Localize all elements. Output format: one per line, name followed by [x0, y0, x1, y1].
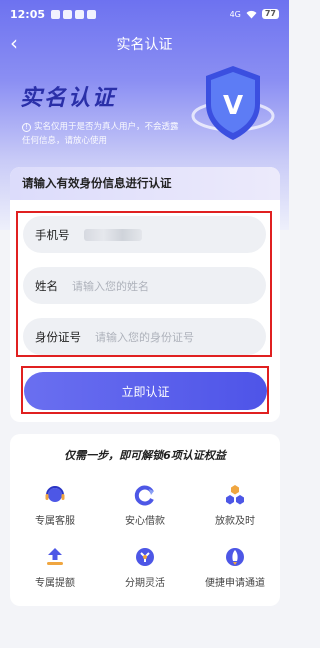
telegram-icon: [63, 9, 73, 19]
privacy-note-text: 实名仅用于是否为真人用户，不会透露任何信息，请放心使用: [22, 122, 179, 146]
name-field[interactable]: 姓名 请输入您的姓名: [23, 267, 266, 304]
shield-letter: V: [223, 91, 243, 121]
hexagons-icon: [226, 485, 244, 505]
page-title: 实名认证: [116, 37, 173, 53]
benefit-label: 专属客服: [35, 516, 75, 527]
privacy-note: ! 实名仅用于是否为真人用户，不会透露任何信息，请放心使用: [22, 120, 182, 148]
wifi-icon: [246, 10, 257, 18]
status-bar: 12:05 4G 77: [0, 0, 289, 28]
benefit-item: 便捷申请通道: [195, 546, 275, 589]
benefit-item: 放款及时: [195, 484, 275, 527]
verify-now-button[interactable]: 立即认证: [24, 372, 267, 410]
verified-shield-icon: V: [191, 66, 275, 140]
benefit-item: 专属提额: [15, 546, 95, 589]
split-icon: [136, 548, 154, 566]
benefit-item: 安心借款: [105, 484, 185, 527]
benefits-card: 仅需一步，即可解锁6项认证权益 专属客服 安心借款 放款及时 专属提额 分期灵活…: [10, 434, 280, 606]
benefit-label: 安心借款: [125, 516, 165, 527]
headset-icon: [45, 486, 65, 502]
refresh-icon: [134, 485, 154, 506]
network-label: 4G: [229, 9, 241, 19]
benefits-title: 仅需一步，即可解锁6项认证权益: [64, 449, 226, 462]
name-input[interactable]: 请输入您的姓名: [72, 278, 149, 294]
app-notification-icon: [87, 9, 97, 19]
form-heading: 请输入有效身份信息进行认证: [10, 167, 280, 200]
navigation-bar: ‹ 实名认证: [0, 28, 289, 60]
benefit-label: 专属提额: [35, 578, 75, 589]
id-number-input[interactable]: 请输入您的身份证号: [95, 329, 194, 345]
notification-icons: [51, 9, 97, 19]
phone-field[interactable]: 手机号: [23, 216, 266, 253]
id-number-field[interactable]: 身份证号 请输入您的身份证号: [23, 318, 266, 355]
app-notification-icon: [51, 9, 61, 19]
battery-indicator: 77: [261, 9, 279, 19]
app-notification-icon: [75, 9, 85, 19]
benefit-item: 专属客服: [15, 484, 95, 527]
phone-value-redacted: [83, 228, 142, 241]
arrow-up-icon: [47, 548, 63, 565]
status-right: 4G 77: [230, 9, 279, 19]
id-number-label: 身份证号: [35, 329, 81, 344]
rocket-icon: [226, 548, 244, 566]
benefit-label: 便捷申请通道: [205, 578, 265, 589]
hero-title: 实名认证: [20, 86, 117, 111]
name-label: 姓名: [35, 278, 58, 293]
benefit-item: 分期灵活: [105, 546, 185, 589]
info-icon: !: [22, 123, 31, 132]
back-arrow-icon[interactable]: ‹: [10, 32, 18, 54]
status-time: 12:05: [10, 7, 46, 21]
phone-label: 手机号: [35, 227, 70, 242]
benefit-label: 放款及时: [215, 516, 255, 527]
benefit-label: 分期灵活: [125, 578, 165, 589]
